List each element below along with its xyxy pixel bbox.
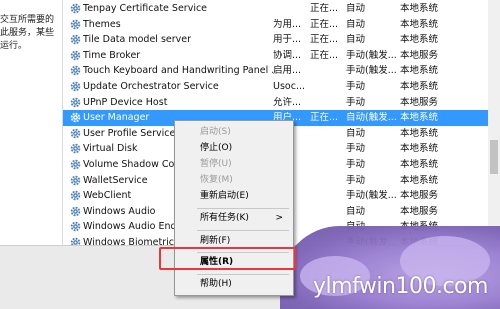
menu-item-restart[interactable]: 重新启动(E) — [175, 189, 293, 204]
service-name: Themes — [83, 18, 121, 30]
gear-icon — [70, 81, 81, 92]
gear-icon — [70, 206, 81, 217]
service-startup-type: 自动 — [346, 18, 366, 30]
service-startup-type: 手动(触发... — [346, 49, 397, 61]
service-name: Tenpay Certificate Service — [83, 3, 208, 14]
service-name: Touch Keyboard and Handwriting Panel ... — [83, 65, 273, 77]
gear-icon — [70, 19, 81, 29]
service-startup-type: 手动(触发... — [346, 65, 397, 77]
watermark: ylmfwin100.com — [313, 274, 488, 299]
gear-icon — [70, 237, 81, 245]
service-status: 正在... — [310, 112, 339, 124]
description-line: 运行。 — [0, 41, 28, 51]
service-description: Usoc... — [273, 81, 305, 92]
service-row[interactable]: Themes 为用... 正在... 自动 本地系统 — [63, 17, 488, 33]
service-logon-as: 本地系统 — [400, 174, 439, 186]
service-startup-type: 手动 — [346, 174, 366, 186]
service-status: 正在... — [310, 34, 339, 46]
gear-icon — [70, 144, 81, 154]
description-pane: 交互所需要的 此服务，某些 运行。 — [0, 0, 62, 250]
menu-separator — [197, 208, 289, 209]
service-description: 用于... — [273, 34, 302, 46]
service-startup-type: 自动 — [346, 127, 366, 139]
service-logon-as: 本地系统 — [400, 3, 439, 14]
description-line: 此服务，某些 — [0, 28, 55, 38]
gear-icon — [70, 128, 81, 139]
menu-item-pause[interactable]: 暂停(U) — [175, 157, 293, 172]
service-description: 协调... — [273, 49, 302, 61]
services-window: 交互所需要的 此服务，某些 运行。 Tenpay Certificate Ser… — [0, 0, 500, 309]
service-logon-as: 本地系统 — [400, 159, 439, 170]
service-startup-type: 手动(触发... — [346, 190, 397, 202]
gear-icon — [70, 112, 81, 123]
service-row[interactable]: Tile Data model server 用于... 正在... 自动 本地系统 — [63, 32, 488, 48]
service-logon-as: 本地系统 — [400, 112, 439, 124]
scrollbar-thumb[interactable] — [490, 140, 498, 174]
service-logon-as: 本地系统 — [400, 143, 439, 155]
service-logon-as: 本地系统 — [400, 18, 439, 30]
service-startup-type: 手动 — [346, 81, 366, 92]
gear-icon — [70, 66, 81, 76]
service-logon-as: 本地系统 — [400, 65, 439, 77]
service-startup-type: 自动 — [346, 205, 366, 217]
properties-highlight-box — [159, 247, 296, 270]
service-startup-type: 自动 — [346, 3, 366, 14]
menu-item-stop[interactable]: 停止(O) — [175, 141, 293, 156]
service-status: 正在... — [310, 49, 339, 61]
service-row[interactable]: Tenpay Certificate Service 正在... 自动 本地系统 — [63, 1, 488, 17]
service-startup-type: 手动 — [346, 143, 366, 155]
gear-icon — [70, 34, 81, 45]
service-name: UPnP Device Host — [83, 96, 168, 108]
vertical-scrollbar[interactable] — [488, 0, 500, 245]
menu-separator — [197, 274, 289, 275]
gear-icon — [70, 175, 81, 185]
service-logon-as: 本地系统 — [400, 34, 439, 46]
service-startup-type: 手动 — [346, 96, 366, 108]
gear-icon — [70, 190, 81, 201]
service-logon-as: 本地服务 — [400, 49, 439, 61]
service-startup-type: 手动 — [346, 159, 366, 170]
service-name: Tile Data model server — [83, 34, 192, 46]
menu-item-start[interactable]: 启动(S) — [175, 125, 293, 140]
description-line: 交互所需要的 — [0, 15, 55, 25]
service-row[interactable]: Touch Keyboard and Handwriting Panel ...… — [63, 63, 488, 79]
service-logon-as: 本地服务 — [400, 96, 439, 108]
menu-item-resume[interactable]: 恢复(M) — [175, 173, 293, 188]
service-name: Time Broker — [83, 49, 141, 61]
gear-icon — [70, 97, 81, 107]
service-logon-as: 本地系统 — [400, 81, 439, 92]
menu-separator — [197, 230, 289, 231]
chevron-right-icon: > — [275, 213, 283, 223]
service-row[interactable]: Time Broker 协调... 正在... 手动(触发... 本地服务 — [63, 48, 488, 64]
menu-item-all-tasks[interactable]: 所有任务(K) > — [175, 211, 293, 226]
gear-icon — [70, 222, 81, 232]
service-logon-as: 本地服务 — [400, 205, 439, 217]
service-startup-type: 自动 — [346, 34, 366, 46]
service-logon-as: 本地系统 — [400, 127, 439, 139]
gear-icon — [70, 3, 81, 14]
service-name: Update Orchestrator Service — [83, 81, 219, 92]
gear-icon — [70, 159, 81, 170]
service-logon-as: 本地服务 — [400, 190, 439, 202]
gear-icon — [70, 50, 81, 61]
service-row[interactable]: Update Orchestrator Service Usoc... 手动 本地系统 — [63, 79, 488, 95]
service-status: 正在... — [310, 18, 339, 30]
service-description: 为用... — [273, 18, 302, 30]
service-status: 正在... — [310, 3, 339, 14]
service-description: 启用... — [273, 65, 302, 77]
menu-item-help[interactable]: 帮助(H) — [175, 277, 293, 292]
service-startup-type: 自动(触发... — [346, 112, 397, 124]
service-row[interactable]: UPnP Device Host 允许... 手动 本地服务 — [63, 95, 488, 111]
service-description: 允许... — [273, 96, 302, 108]
